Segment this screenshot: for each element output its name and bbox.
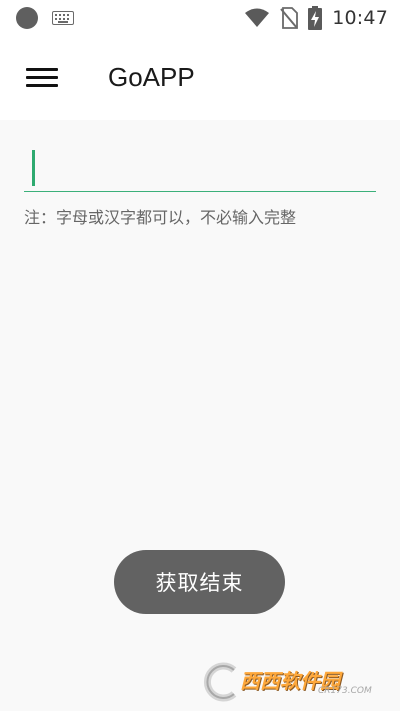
watermark-url: CR173.COM [318, 686, 372, 696]
toast-message: 获取结束 [114, 550, 285, 614]
battery-charging-icon [308, 6, 323, 30]
status-bar: 10:47 [0, 0, 400, 36]
wifi-icon [245, 8, 270, 27]
status-left-group [16, 7, 74, 29]
search-field-container [24, 144, 376, 194]
status-time: 10:47 [332, 7, 388, 29]
input-hint: 注：字母或汉字都可以，不必输入完整 [24, 208, 297, 227]
keyboard-icon [52, 11, 74, 25]
hamburger-menu-icon[interactable] [22, 64, 62, 92]
search-input[interactable] [24, 144, 376, 192]
app-title: GoAPP [108, 62, 195, 92]
watermark-c-icon [203, 662, 237, 702]
app-bar: GoAPP [0, 36, 400, 120]
status-right-group: 10:47 [244, 6, 388, 30]
watermark-logo: 西西软件园 CR173.COM [200, 662, 382, 702]
text-cursor [32, 150, 35, 186]
notification-dot-icon [16, 7, 38, 29]
no-sim-icon [280, 7, 299, 29]
